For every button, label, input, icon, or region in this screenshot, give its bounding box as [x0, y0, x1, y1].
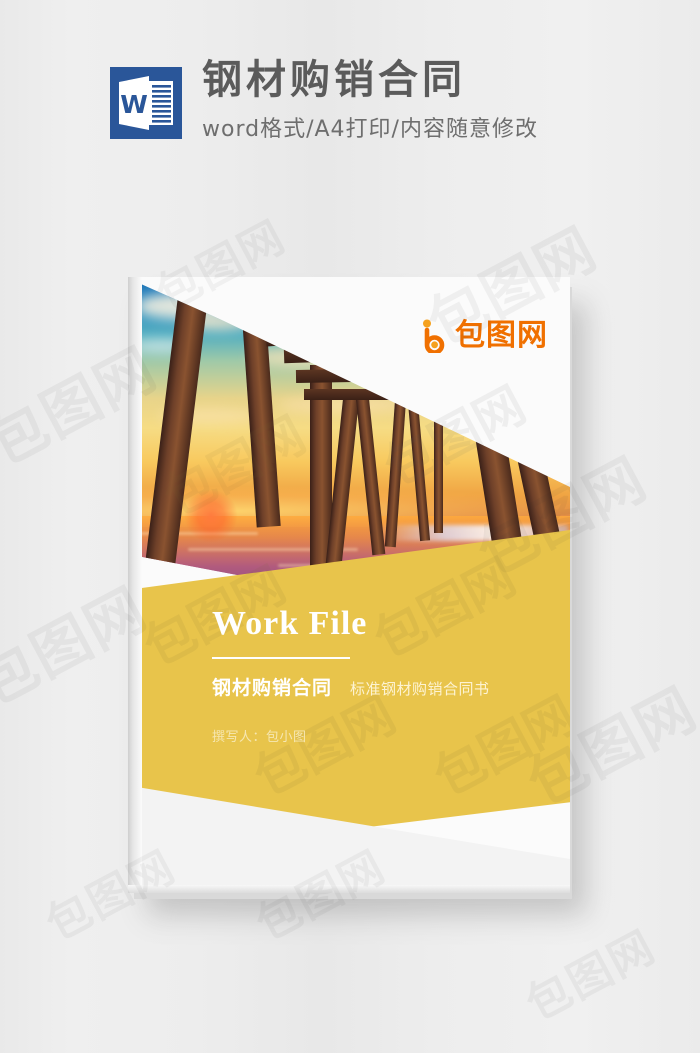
book-spine	[128, 277, 142, 893]
cover-title-row: 钢材购销合同 标准钢材购销合同书	[212, 673, 542, 700]
svg-text:W: W	[120, 90, 148, 119]
baotu-b-logo-icon	[423, 319, 445, 353]
cover-headline: Work File	[212, 605, 368, 642]
cover-text-block: Work File 钢材购销合同 标准钢材购销合同书 撰写人：包小图	[212, 607, 542, 745]
page-subtitle: word格式/A4打印/内容随意修改	[202, 117, 538, 142]
cover-divider-rule	[212, 657, 350, 659]
word-document-icon: W	[110, 67, 182, 139]
baotu-logo: 包图网	[420, 319, 548, 353]
cover-title: 钢材购销合同	[212, 677, 333, 699]
cover-author: 撰写人：包小图	[212, 730, 307, 745]
header-text-block: 钢材购销合同 word格式/A4打印/内容随意修改	[202, 57, 538, 143]
cover-subtitle: 标准钢材购销合同书	[350, 680, 490, 698]
baotu-logo-text: 包图网	[455, 318, 548, 353]
page-title: 钢材购销合同	[202, 57, 466, 103]
sun-flare	[184, 489, 238, 543]
header: W 钢材购销合同 word格式/A4打印/内容随意修改	[0, 0, 700, 200]
book-cover-mockup: 包图网 包图网 包图网 包图网 包图网 包图网 包图网 Work File 钢材…	[128, 277, 572, 899]
brochure-cover: 包图网 包图网 包图网 包图网 包图网 包图网 包图网 Work File 钢材…	[128, 277, 570, 893]
cover-bottom-edge	[128, 885, 570, 893]
